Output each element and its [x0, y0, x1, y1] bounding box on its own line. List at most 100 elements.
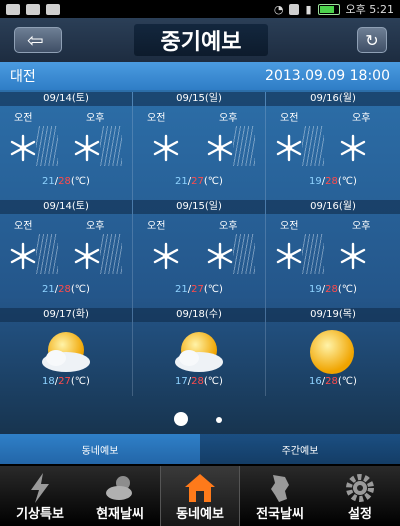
nav-label: 현재날씨 — [96, 507, 144, 522]
am-label: 오전 — [280, 221, 299, 232]
max-temp: 27 — [191, 284, 204, 295]
page-dot-active[interactable] — [174, 412, 188, 426]
forecast-date: 09/19(목) — [266, 308, 400, 322]
max-temp: 28 — [325, 176, 338, 187]
forecast-panel: 09/14(토) 오전 오후 21/28(℃) 09/15(일) 오전 오후 2… — [0, 90, 400, 434]
nav-weather-alert[interactable]: 기상특보 — [0, 466, 80, 526]
pm-label: 오후 — [219, 221, 238, 232]
forecast-day-cell: 09/16(월) 오전 오후 19/28(℃) — [266, 92, 400, 200]
rain-streaks — [36, 234, 58, 274]
nav-label: 기상특보 — [16, 507, 64, 522]
wifi-icon: ◔ — [273, 2, 284, 16]
nav-national-weather[interactable]: 전국날씨 — [240, 466, 320, 526]
location-bar: 대전 2013.09.09 18:00 — [0, 62, 400, 90]
max-temp: 28 — [325, 284, 338, 295]
forecast-date: 09/14(토) — [0, 92, 132, 106]
rain-streaks — [100, 126, 122, 166]
min-temp: 19 — [309, 176, 322, 187]
forecast-day-cell: 09/16(월) 오전 오후 19/28(℃) — [266, 200, 400, 308]
pm-label: 오후 — [219, 113, 238, 124]
sun-cloud-icon — [42, 332, 90, 372]
forecast-date: 09/15(일) — [133, 92, 265, 106]
forecast-day-cell: 09/15(일) 오전 오후 21/27(℃) — [133, 200, 266, 308]
max-temp: 28 — [58, 176, 71, 187]
forecast-day-cell: 09/17(화) 18/27(℃) — [0, 308, 133, 396]
forecast-row: 09/14(토) 오전 오후 21/28(℃) 09/15(일) 오전 오후 2… — [0, 92, 400, 200]
rain-streaks — [36, 126, 58, 166]
bottom-navigation: 기상특보 현재날씨 동네예보 전국날씨 설정 — [0, 466, 400, 526]
back-arrow-icon: ⇦ — [27, 28, 44, 52]
page-title-box: 중기예보 — [134, 24, 268, 56]
min-temp: 21 — [175, 284, 188, 295]
title-bar: ⇦ 중기예보 ↻ — [0, 18, 400, 62]
rain-streaks — [100, 234, 122, 274]
forecast-date: 09/14(토) — [0, 200, 132, 214]
min-temp: 21 — [175, 176, 188, 187]
rain-streaks — [302, 126, 324, 166]
snowflake-icon — [340, 242, 366, 270]
page-dot[interactable] — [216, 417, 222, 423]
snowflake-icon — [207, 134, 233, 162]
temperature-range: 21/27(℃) — [175, 284, 223, 295]
min-temp: 17 — [175, 376, 188, 387]
map-icon — [271, 475, 289, 502]
nav-label: 전국날씨 — [256, 507, 304, 522]
back-button[interactable]: ⇦ — [14, 27, 62, 53]
min-temp: 21 — [42, 176, 55, 187]
am-label: 오전 — [14, 113, 33, 124]
refresh-icon: ↻ — [365, 30, 379, 50]
nav-label: 설정 — [348, 507, 372, 522]
forecast-row: 09/17(화) 18/27(℃) 09/18(수) 17/28(℃) 09/1… — [0, 308, 400, 396]
pm-label: 오후 — [86, 221, 105, 232]
min-temp: 21 — [42, 284, 55, 295]
max-temp: 27 — [191, 176, 204, 187]
sun-icon — [310, 330, 354, 374]
min-temp: 18 — [42, 376, 55, 387]
max-temp: 28 — [58, 284, 71, 295]
snowflake-icon — [153, 134, 179, 162]
temperature-range: 19/28(℃) — [309, 284, 357, 295]
tab-weekly-forecast[interactable]: 주간예보 — [200, 434, 400, 464]
max-temp: 27 — [58, 376, 71, 387]
sun-cloud-icon — [175, 332, 223, 372]
nav-current-weather[interactable]: 현재날씨 — [80, 466, 160, 526]
temperature-range: 21/28(℃) — [42, 176, 90, 187]
nav-local-forecast[interactable]: 동네예보 — [160, 466, 240, 526]
nav-settings[interactable]: 설정 — [320, 466, 400, 526]
am-label: 오전 — [147, 113, 166, 124]
forecast-date: 09/18(수) — [133, 308, 265, 322]
signal-icon: ▮ — [305, 2, 312, 16]
am-label: 오전 — [147, 221, 166, 232]
pm-label: 오후 — [352, 113, 371, 124]
temperature-range: 17/28(℃) — [175, 376, 223, 387]
forecast-datetime: 2013.09.09 18:00 — [265, 68, 390, 84]
snowflake-icon — [340, 134, 366, 162]
forecast-row: 09/14(토) 오전 오후 21/28(℃) 09/15(일) 오전 오후 2… — [0, 200, 400, 308]
forecast-day-cell: 09/18(수) 17/28(℃) — [133, 308, 266, 396]
rain-streaks — [233, 126, 255, 166]
notification-icon — [6, 3, 20, 15]
rain-streaks — [233, 234, 255, 274]
snowflake-icon — [74, 242, 100, 270]
am-label: 오전 — [280, 113, 299, 124]
tab-local-forecast[interactable]: 동네예보 — [0, 434, 200, 464]
page-indicator — [0, 412, 400, 428]
forecast-date: 09/15(일) — [133, 200, 265, 214]
home-icon — [185, 474, 215, 502]
refresh-button[interactable]: ↻ — [357, 27, 387, 53]
status-time: 오후 5:21 — [345, 3, 394, 16]
pm-label: 오후 — [86, 113, 105, 124]
android-icon — [26, 3, 40, 15]
gear-icon — [346, 474, 374, 502]
rain-streaks — [302, 234, 324, 274]
forecast-day-cell: 09/14(토) 오전 오후 21/28(℃) — [0, 92, 133, 200]
forecast-date: 09/16(월) — [266, 200, 400, 214]
snowflake-icon — [276, 134, 302, 162]
sd-card-icon — [289, 3, 300, 15]
snowflake-icon — [10, 242, 36, 270]
nav-label: 동네예보 — [176, 507, 224, 522]
snowflake-icon — [153, 242, 179, 270]
image-icon — [46, 3, 60, 15]
forecast-day-cell: 09/15(일) 오전 오후 21/27(℃) — [133, 92, 266, 200]
temperature-range: 21/28(℃) — [42, 284, 90, 295]
